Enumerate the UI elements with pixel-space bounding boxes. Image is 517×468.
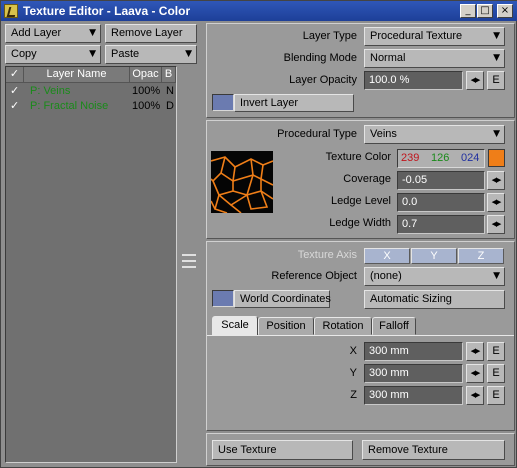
app-icon — [4, 4, 18, 18]
axis-z-button[interactable]: Z — [458, 248, 504, 264]
scale-y-envelope-button[interactable]: E — [487, 364, 505, 383]
minimize-button[interactable]: _ — [460, 4, 476, 18]
scale-z-label: Z — [350, 389, 357, 401]
coverage-stepper-icon[interactable]: ◀▶ — [487, 171, 505, 190]
invert-layer-label[interactable]: Invert Layer — [234, 94, 354, 112]
procedural-type-label: Procedural Type — [277, 128, 357, 140]
remove-layer-button[interactable]: Remove Layer — [105, 24, 197, 43]
scale-z-envelope-button[interactable]: E — [487, 386, 505, 405]
scale-x-field[interactable]: 300 mm — [364, 342, 463, 361]
splitter-grip-icon[interactable] — [182, 254, 196, 270]
layer-opacity: 100% — [132, 100, 161, 112]
scale-y-stepper-icon[interactable]: ◀▶ — [466, 364, 484, 383]
layer-blend: D — [166, 100, 174, 112]
ledge-level-stepper-icon[interactable]: ◀▶ — [487, 193, 505, 212]
layer-list[interactable]: ✓ Layer Name Opac B ✓ P: Veins 100% N ✓ … — [5, 66, 177, 463]
layer-name: P: Fractal Noise — [30, 100, 109, 112]
copy-label: Copy — [11, 48, 37, 60]
layer-row[interactable]: ✓ P: Veins 100% N — [6, 84, 176, 99]
layer-opacity: 100% — [132, 85, 161, 97]
axis-y-button[interactable]: Y — [411, 248, 457, 264]
coverage-label: Coverage — [343, 173, 391, 185]
scale-y-label: Y — [349, 367, 357, 379]
coverage-field[interactable]: -0.05 — [397, 171, 485, 190]
blending-mode-value: Normal — [370, 52, 406, 64]
window-title: Texture Editor - Laava - Color — [23, 4, 191, 18]
automatic-sizing-button[interactable]: Automatic Sizing — [364, 290, 505, 309]
check-column-header[interactable]: ✓ — [6, 67, 24, 83]
scale-z-field[interactable]: 300 mm — [364, 386, 463, 405]
tab-falloff[interactable]: Falloff — [372, 317, 416, 335]
layer-blend: N — [166, 85, 174, 97]
reference-object-value: (none) — [370, 270, 402, 282]
add-layer-label: Add Layer — [11, 27, 62, 39]
blend-column-header[interactable]: B — [162, 67, 176, 83]
name-column-header[interactable]: Layer Name — [24, 67, 130, 83]
layer-row[interactable]: ✓ P: Fractal Noise 100% D — [6, 99, 176, 114]
texture-editor-window: Texture Editor - Laava - Color _ □ × Add… — [0, 0, 517, 468]
layer-enabled-check[interactable]: ✓ — [10, 99, 19, 114]
texture-color-label: Texture Color — [325, 151, 391, 163]
tab-rotation[interactable]: Rotation — [314, 317, 372, 335]
paste-dropdown[interactable]: Paste — [105, 45, 197, 64]
reference-object-dropdown[interactable]: (none) — [364, 267, 505, 286]
world-coordinates-label[interactable]: World Coordinates — [234, 290, 331, 308]
scale-z-stepper-icon[interactable]: ◀▶ — [466, 386, 484, 405]
maximize-button[interactable]: □ — [477, 4, 493, 18]
ledge-level-label: Ledge Level — [331, 195, 391, 207]
texture-color-swatch[interactable] — [488, 149, 505, 167]
add-layer-dropdown[interactable]: Add Layer — [5, 24, 101, 43]
copy-dropdown[interactable]: Copy — [5, 45, 101, 64]
layer-name: P: Veins — [30, 85, 71, 97]
blending-mode-label: Blending Mode — [283, 52, 357, 64]
layer-opacity-envelope-button[interactable]: E — [487, 71, 505, 90]
layer-type-dropdown[interactable]: Procedural Texture — [364, 27, 505, 46]
texture-axis-label: Texture Axis — [297, 249, 357, 261]
invert-layer-checkbox[interactable] — [212, 94, 234, 111]
procedural-type-dropdown[interactable]: Veins — [364, 125, 505, 144]
layer-type-value: Procedural Texture — [370, 30, 463, 42]
world-coordinates-checkbox[interactable] — [212, 290, 234, 307]
layer-type-label: Layer Type — [302, 30, 357, 42]
texture-color-green[interactable]: 126 — [431, 150, 449, 167]
ledge-level-field[interactable]: 0.0 — [397, 193, 485, 212]
texture-preview-image — [211, 151, 273, 213]
layer-enabled-check[interactable]: ✓ — [10, 84, 19, 99]
ledge-width-stepper-icon[interactable]: ◀▶ — [487, 215, 505, 234]
layer-opacity-stepper-icon[interactable]: ◀▶ — [466, 71, 484, 90]
remove-texture-button[interactable]: Remove Texture — [362, 440, 505, 460]
tab-divider — [207, 335, 514, 336]
use-texture-button[interactable]: Use Texture — [212, 440, 353, 460]
blending-mode-dropdown[interactable]: Normal — [364, 49, 505, 68]
texture-color-red[interactable]: 239 — [401, 150, 419, 167]
axis-x-button[interactable]: X — [364, 248, 410, 264]
scale-y-field[interactable]: 300 mm — [364, 364, 463, 383]
scale-x-stepper-icon[interactable]: ◀▶ — [466, 342, 484, 361]
procedural-type-value: Veins — [370, 128, 397, 140]
ledge-width-field[interactable]: 0.7 — [397, 215, 485, 234]
ledge-width-label: Ledge Width — [329, 217, 391, 229]
scale-x-envelope-button[interactable]: E — [487, 342, 505, 361]
title-bar[interactable]: Texture Editor - Laava - Color _ □ × — [1, 1, 517, 21]
scale-x-label: X — [349, 345, 357, 357]
paste-label: Paste — [111, 48, 140, 60]
texture-color-blue[interactable]: 024 — [461, 150, 479, 167]
texture-color-fields[interactable]: 239 126 024 — [397, 149, 485, 168]
tab-position[interactable]: Position — [258, 317, 314, 335]
reference-object-label: Reference Object — [271, 270, 357, 282]
layer-opacity-label: Layer Opacity — [289, 74, 357, 86]
tab-scale[interactable]: Scale — [212, 316, 258, 336]
close-button[interactable]: × — [497, 4, 513, 18]
opacity-column-header[interactable]: Opac — [130, 67, 162, 83]
layer-opacity-field[interactable]: 100.0 % — [364, 71, 463, 90]
